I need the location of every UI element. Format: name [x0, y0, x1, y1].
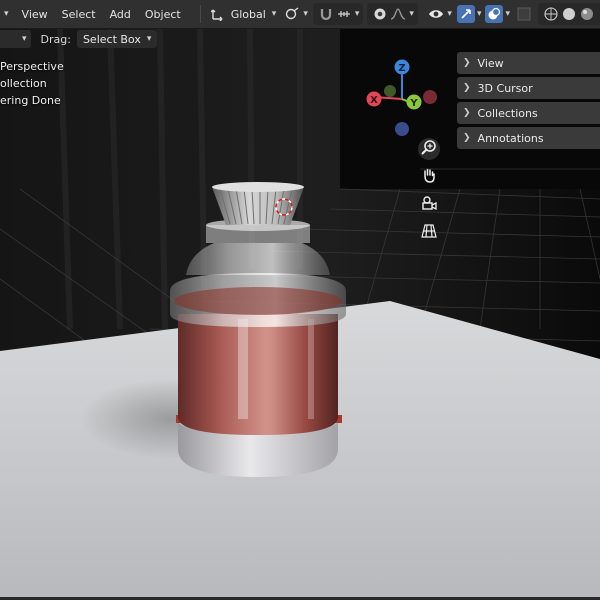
- wireframe-icon[interactable]: [542, 5, 560, 23]
- sidebar-panel: ❯ View ❯ 3D Cursor ❯ Collections ❯ Annot…: [457, 52, 600, 152]
- overlay-toggle[interactable]: ▾: [483, 3, 512, 25]
- panel-view-label: View: [477, 56, 504, 70]
- panel-view[interactable]: ❯ View: [457, 52, 600, 74]
- camera-view-button[interactable]: [418, 194, 440, 216]
- gizmo-y-label: Y: [409, 98, 418, 109]
- render-status: ering Done: [0, 94, 61, 107]
- overlay-icon: [485, 5, 504, 23]
- visibility-dropdown[interactable]: ▾: [424, 3, 455, 25]
- gizmo-x-label: X: [370, 95, 378, 106]
- chevron-down-icon: ▾: [271, 9, 277, 19]
- zoom-icon: [421, 139, 437, 159]
- gizmo-z-label: Z: [398, 63, 405, 74]
- camera-icon: [421, 195, 437, 215]
- gizmo-icon: [456, 5, 475, 23]
- chevron-down-icon[interactable]: ▾: [409, 9, 414, 19]
- chevron-down-icon[interactable]: ▾: [355, 9, 360, 19]
- chevron-down-icon: ▾: [4, 9, 9, 19]
- chevron-right-icon: ❯: [463, 58, 471, 68]
- magnet-icon[interactable]: [317, 5, 335, 23]
- panel-annotations-label: Annotations: [477, 131, 544, 145]
- transform-orientation-label: Global: [230, 7, 266, 21]
- viewport-header: ▾ View Select Add Object Global ▾ ▾ ▾ ▾: [0, 0, 600, 29]
- navigation-gizmo[interactable]: Z X Y: [362, 55, 442, 139]
- chevron-right-icon: ❯: [463, 83, 471, 93]
- solid-icon[interactable]: [560, 5, 578, 23]
- header-divider: [199, 5, 201, 23]
- chevron-down-icon: ▾: [22, 34, 27, 44]
- material-icon[interactable]: [578, 5, 596, 23]
- zoom-button[interactable]: [418, 138, 440, 160]
- menu-add[interactable]: Add: [103, 3, 138, 25]
- chevron-right-icon: ❯: [463, 108, 471, 118]
- xray-toggle[interactable]: [512, 3, 536, 25]
- drag-label: Drag:: [40, 32, 71, 46]
- view-name: Perspective: [0, 60, 64, 73]
- chevron-down-icon: ▾: [303, 9, 308, 19]
- panel-collections[interactable]: ❯ Collections: [457, 102, 600, 124]
- menu-view[interactable]: View: [15, 3, 55, 25]
- grid-icon: [421, 223, 437, 243]
- perspective-toggle-button[interactable]: [418, 222, 440, 244]
- tool-settings-row: ▾ Drag: Select Box ▾: [0, 29, 158, 49]
- collection-name: ollection: [0, 77, 47, 90]
- falloff-curve-icon[interactable]: [389, 5, 407, 23]
- viewport-info: Perspective ollection ering Done: [0, 58, 64, 109]
- 3d-viewport[interactable]: ▾ Drag: Select Box ▾ Perspective ollecti…: [0, 29, 600, 600]
- transform-arrows-icon: [209, 5, 227, 23]
- drag-dropdown[interactable]: Select Box ▾: [76, 30, 158, 48]
- eye-icon: [427, 5, 445, 23]
- shading-group: [538, 3, 600, 25]
- chevron-down-icon: ▾: [146, 34, 152, 44]
- hand-icon: [421, 167, 437, 187]
- xray-icon: [515, 5, 533, 23]
- panel-3d-cursor[interactable]: ❯ 3D Cursor: [457, 77, 600, 99]
- proportional-group: ▾: [367, 3, 418, 25]
- pivot-point-dropdown[interactable]: ▾: [280, 3, 311, 25]
- mode-dropdown[interactable]: ▾: [0, 30, 31, 48]
- pivot-icon: [283, 5, 301, 23]
- panel-3d-cursor-label: 3D Cursor: [477, 81, 533, 95]
- chevron-right-icon: ❯: [463, 133, 471, 143]
- chevron-down-icon: ▾: [447, 9, 452, 19]
- snap-target-icon[interactable]: [335, 5, 353, 23]
- panel-annotations[interactable]: ❯ Annotations: [457, 127, 600, 149]
- snap-group: ▾: [312, 3, 364, 25]
- gizmo-toggle[interactable]: ▾: [455, 3, 484, 25]
- chevron-down-icon: ▾: [476, 9, 482, 19]
- panel-collections-label: Collections: [477, 106, 538, 120]
- drag-value: Select Box: [82, 32, 141, 46]
- editor-type-chevron[interactable]: ▾: [0, 3, 15, 25]
- pan-button[interactable]: [418, 166, 440, 188]
- transform-orientation-dropdown[interactable]: Global ▾: [205, 3, 281, 25]
- proportional-edit-icon[interactable]: [371, 5, 389, 23]
- menu-select[interactable]: Select: [55, 3, 103, 25]
- menu-object[interactable]: Object: [138, 3, 188, 25]
- chevron-down-icon: ▾: [505, 9, 510, 19]
